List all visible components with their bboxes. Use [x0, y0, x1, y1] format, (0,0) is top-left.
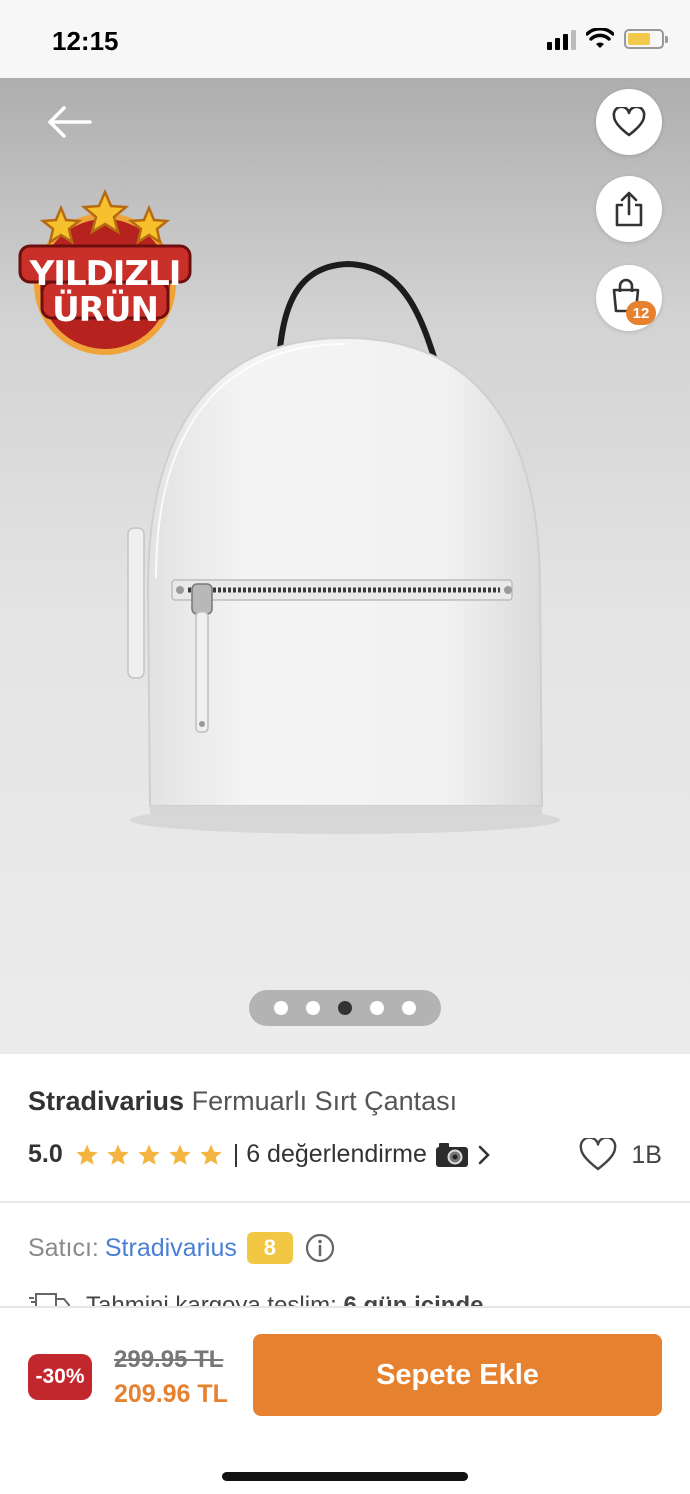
favorite-button[interactable] — [596, 89, 662, 155]
cart-count-badge: 12 — [626, 301, 656, 325]
product-name: Fermuarlı Sırt Çantası — [191, 1086, 458, 1116]
product-brand[interactable]: Stradivarius — [28, 1086, 184, 1116]
camera-icon — [435, 1142, 468, 1167]
share-icon — [615, 191, 643, 227]
rating-value: 5.0 — [28, 1140, 63, 1168]
star-icon — [169, 1144, 191, 1165]
seller-score-badge: 8 — [246, 1232, 293, 1264]
likes-count: 1B — [631, 1140, 662, 1169]
cart-button[interactable]: 12 — [596, 265, 662, 331]
star-icon — [107, 1144, 129, 1165]
wifi-icon — [586, 28, 614, 48]
product-image — [127, 260, 560, 834]
heart-outline-icon — [580, 1138, 617, 1171]
gallery-pagination[interactable] — [249, 990, 441, 1026]
back-arrow-icon[interactable] — [44, 102, 96, 142]
purchase-bar: -30% 299.95 TL 209.96 TL Sepete Ekle — [0, 1306, 690, 1494]
gallery-dot[interactable] — [370, 1001, 384, 1015]
gallery-dot[interactable] — [402, 1001, 416, 1015]
gallery-dot[interactable] — [338, 1001, 352, 1015]
battery-icon — [624, 29, 668, 49]
discount-badge: -30% — [28, 1354, 92, 1400]
heart-icon — [612, 107, 646, 137]
seller-link[interactable]: Stradivarius — [105, 1234, 237, 1263]
rating-stars — [75, 1143, 223, 1167]
seller-label: Satıcı: — [28, 1233, 99, 1262]
gallery-dot[interactable] — [306, 1001, 320, 1015]
status-bar: 12:15 — [0, 0, 690, 78]
info-icon[interactable] — [305, 1233, 335, 1263]
old-price: 299.95 TL — [114, 1346, 224, 1373]
gallery-dot[interactable] — [274, 1001, 288, 1015]
status-time: 12:15 — [52, 26, 119, 56]
chevron-right-icon — [478, 1145, 490, 1164]
section-divider — [0, 1201, 690, 1203]
reviews-count: | 6 değerlendirme — [232, 1140, 427, 1168]
likes-counter[interactable]: 1B — [579, 1138, 662, 1172]
add-to-cart-button[interactable]: Sepete Ekle — [253, 1334, 662, 1416]
star-icon — [138, 1144, 160, 1165]
star-icon — [76, 1144, 98, 1165]
cellular-signal-icon — [547, 28, 576, 50]
seller-row: Satıcı: Stradivarius 8 — [28, 1232, 335, 1264]
product-title: Stradivarius Fermuarlı Sırt Çantası — [28, 1086, 457, 1117]
reviews-link[interactable]: | 6 değerlendirme — [233, 1140, 491, 1169]
product-gallery[interactable]: 12 YILDIZLI ÜRÜN — [0, 78, 690, 1054]
star-icon — [200, 1144, 222, 1165]
status-icons — [547, 28, 668, 50]
rating-row[interactable]: 5.0 | 6 değerlendirme — [28, 1140, 491, 1169]
home-indicator[interactable] — [222, 1472, 468, 1481]
share-button[interactable] — [596, 176, 662, 242]
current-price: 209.96 TL — [114, 1380, 228, 1408]
